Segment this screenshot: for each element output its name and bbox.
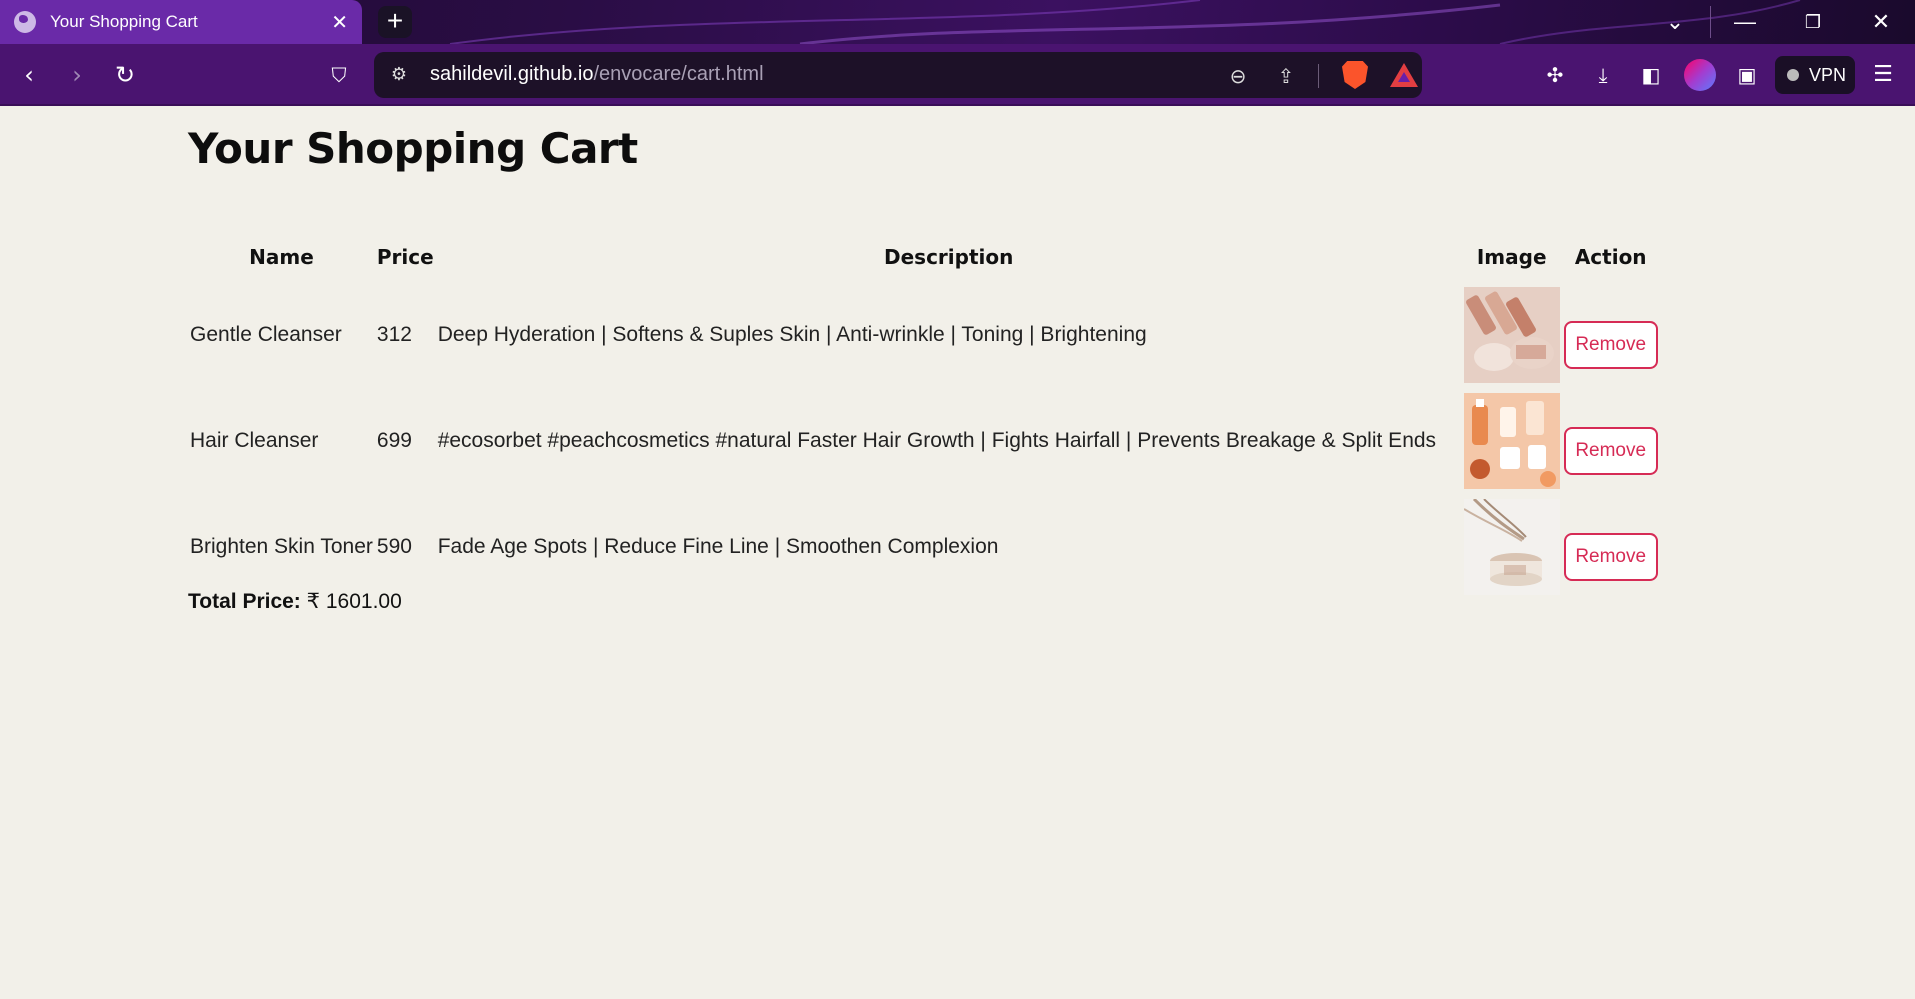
back-icon[interactable]: ‹ <box>12 58 46 92</box>
reload-icon[interactable]: ↻ <box>108 58 142 92</box>
url-text[interactable]: sahildevil.github.io/envocare/cart.html <box>430 63 764 86</box>
remove-button[interactable]: Remove <box>1563 427 1658 475</box>
product-image <box>1463 499 1560 595</box>
item-price: 699 <box>376 429 412 452</box>
menu-icon[interactable]: ☰ <box>1866 58 1900 92</box>
column-header-description: Description <box>884 245 1014 269</box>
column-header-image: Image <box>1476 245 1547 269</box>
tab-search-chevron-icon[interactable]: ⌄ <box>1641 0 1709 44</box>
share-icon[interactable]: ⇪ <box>1272 62 1300 90</box>
cart-table: Name Price Description Image Action Gent… <box>188 232 1660 600</box>
item-description: #ecosorbet #peachcosmetics #natural Fast… <box>437 429 1437 452</box>
remove-button[interactable]: Remove <box>1563 533 1658 581</box>
minimize-button[interactable]: — <box>1711 0 1779 44</box>
tab-strip: Your Shopping Cart ✕ + ⌄ — ❐ ✕ <box>0 0 1915 44</box>
remove-button[interactable]: Remove <box>1563 321 1658 369</box>
new-tab-button[interactable]: + <box>378 6 412 38</box>
active-tab[interactable]: Your Shopping Cart ✕ <box>0 0 362 44</box>
item-description: Deep Hyderation | Softens & Suples Skin … <box>437 323 1147 346</box>
brave-shields-icon[interactable] <box>1342 61 1368 89</box>
table-row: Hair Cleanser 699 #ecosorbet #peachcosme… <box>188 388 1660 494</box>
item-name: Brighten Skin Toner <box>190 535 373 558</box>
column-header-name: Name <box>249 245 314 269</box>
vpn-button[interactable]: VPN <box>1775 56 1855 94</box>
item-name: Hair Cleanser <box>190 429 319 452</box>
tab-title: Your Shopping Cart <box>50 12 198 31</box>
globe-icon <box>14 11 36 33</box>
restore-button[interactable]: ❐ <box>1779 0 1847 44</box>
total-price-label: Total Price: <box>188 590 301 613</box>
close-icon[interactable]: ✕ <box>331 10 348 34</box>
item-description: Fade Age Spots | Reduce Fine Line | Smoo… <box>437 535 999 558</box>
column-header-action: Action <box>1574 245 1647 269</box>
item-price: 312 <box>376 323 412 346</box>
total-price: Total Price: ₹ 1601.00 <box>188 589 402 614</box>
download-icon[interactable]: ⤓ <box>1586 58 1620 92</box>
page-title: Your Shopping Cart <box>188 124 638 173</box>
bookmark-icon[interactable]: ⛉ <box>322 58 356 92</box>
site-settings-icon[interactable]: ⚙ <box>386 62 412 88</box>
table-row: Gentle Cleanser 312 Deep Hyderation | So… <box>188 282 1660 388</box>
url-path: /envocare/cart.html <box>593 63 764 85</box>
table-header-row: Name Price Description Image Action <box>188 232 1660 282</box>
url-host: sahildevil.github.io <box>430 63 594 85</box>
zoom-icon[interactable]: ⊖ <box>1224 62 1252 90</box>
window-close-button[interactable]: ✕ <box>1847 0 1915 44</box>
item-price: 590 <box>376 535 412 558</box>
total-price-value: ₹ 1601.00 <box>306 590 402 613</box>
divider <box>1318 64 1319 88</box>
product-image <box>1463 393 1560 489</box>
table-row: Brighten Skin Toner 590 Fade Age Spots |… <box>188 494 1660 600</box>
sidebar-icon[interactable]: ◧ <box>1634 58 1668 92</box>
page-content: Your Shopping Cart Name Price Descriptio… <box>0 106 1915 999</box>
column-header-price: Price <box>376 245 434 269</box>
profile-avatar[interactable] <box>1684 59 1716 91</box>
extensions-icon[interactable]: ✣ <box>1538 58 1572 92</box>
address-bar[interactable]: ⚙ sahildevil.github.io/envocare/cart.htm… <box>374 52 1422 98</box>
product-image <box>1463 287 1560 383</box>
wallet-icon[interactable]: ▣ <box>1730 58 1764 92</box>
item-name: Gentle Cleanser <box>190 323 342 346</box>
browser-toolbar: ‹ › ↻ ⛉ ⚙ sahildevil.github.io/envocare/… <box>0 44 1915 106</box>
brave-rewards-icon[interactable] <box>1390 63 1418 87</box>
forward-icon[interactable]: › <box>60 58 94 92</box>
